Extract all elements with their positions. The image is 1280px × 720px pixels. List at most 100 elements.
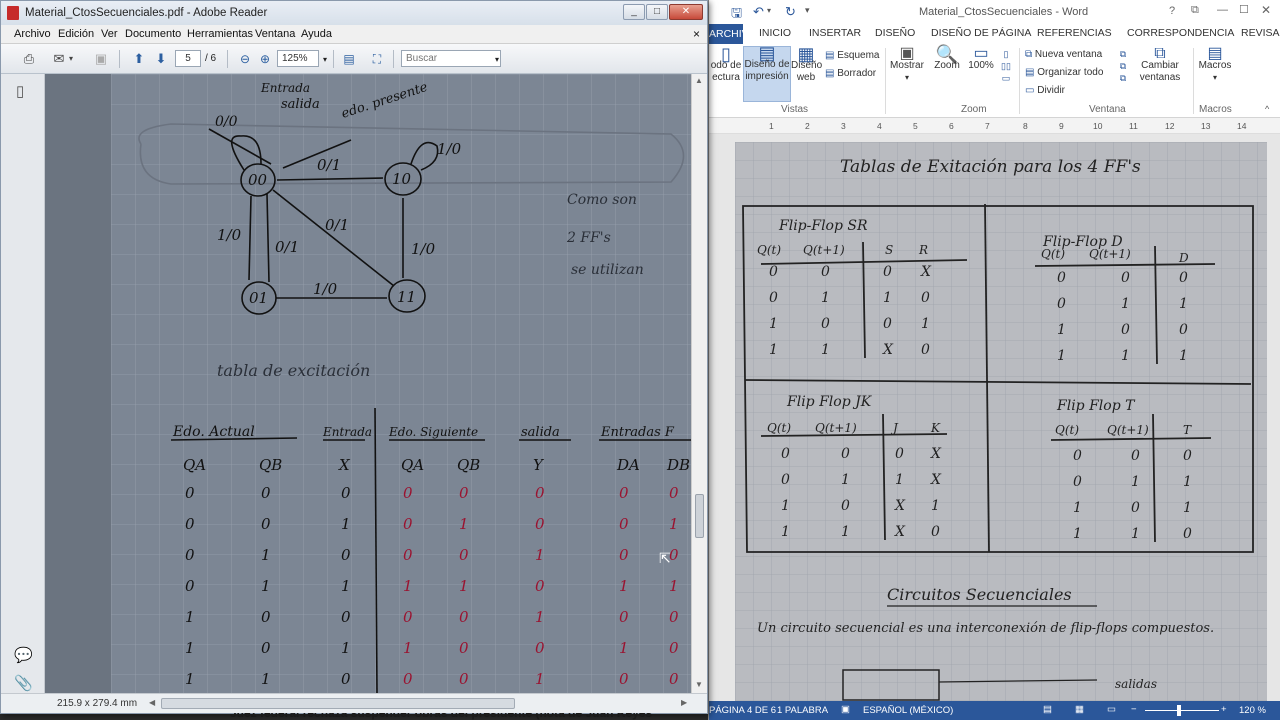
menu-ver[interactable]: Ver [101, 28, 118, 40]
maximize-button[interactable]: □ [646, 4, 668, 20]
split-icon: ▭ [1025, 85, 1035, 96]
word-document-area[interactable]: Tablas de Exitación para los 4 FF's Flip… [709, 134, 1280, 701]
zoom-slider[interactable] [1145, 710, 1219, 711]
maximize-icon[interactable]: ☐ [1239, 3, 1249, 16]
scroll-down-icon[interactable]: ▼ [695, 680, 703, 689]
state-00: 00 [248, 171, 268, 189]
sr-header: Q(t+1) [803, 243, 845, 257]
fit-page-icon[interactable]: ⛶ [367, 49, 387, 69]
help-icon[interactable]: ? [1169, 5, 1175, 17]
ruler-number: 1 [769, 121, 774, 131]
share-icon[interactable]: ✉ [49, 49, 69, 69]
read-mode-button[interactable]: ▯ odo de ectura [709, 45, 743, 84]
undo-icon[interactable]: ↶ [753, 4, 764, 20]
t-cell: 1 [1183, 500, 1192, 516]
redo-icon[interactable]: ↻ [785, 4, 796, 20]
menu-archivo[interactable]: Archivo [14, 28, 51, 40]
minimize-button[interactable]: _ [623, 4, 645, 20]
scroll-up-icon[interactable]: ▲ [695, 76, 703, 85]
tab-diseno-pagina[interactable]: DISEÑO DE PÁGINA [931, 27, 1031, 39]
loop-label: 0/0 [215, 114, 238, 130]
macros-dropdown-icon: ▾ [1212, 73, 1217, 82]
sr-header: R [918, 243, 928, 257]
close-document-icon[interactable]: × [693, 27, 700, 41]
sr-title: Flip-Flop SR [778, 218, 868, 234]
search-input[interactable] [401, 50, 501, 67]
page-number-input[interactable]: 5 [175, 50, 201, 67]
next-page-icon[interactable]: ⬇ [151, 49, 171, 69]
menu-edicion[interactable]: Edición [58, 28, 94, 40]
menu-documento[interactable]: Documento [125, 28, 181, 40]
scroll-left-icon[interactable]: ◀ [149, 698, 155, 707]
zoom-dropdown-icon[interactable]: ▾ [323, 55, 327, 64]
horizontal-ruler[interactable]: 1 2 3 4 5 6 7 8 9 10 11 12 13 14 [709, 118, 1280, 134]
outline-button[interactable]: ▤ Esquema [825, 50, 879, 62]
menu-ventana[interactable]: Ventana [255, 28, 295, 40]
ruler-number: 3 [841, 121, 846, 131]
scrolling-mode-icon[interactable]: ▤ [339, 49, 359, 69]
tab-referencias[interactable]: REFERENCIAS [1037, 27, 1112, 39]
tab-archivo[interactable]: ARCHIVO [709, 24, 757, 44]
reader-page-image: Entrada 0/0 salida edo. presente 00 10 0… [111, 74, 691, 693]
previous-page-icon[interactable]: ⬆ [129, 49, 149, 69]
print-icon[interactable]: ⎙ [19, 49, 39, 69]
macros-icon: ▤ [1207, 45, 1223, 62]
sr-cell: 0 [921, 290, 930, 306]
table-cell: 0 [341, 484, 351, 502]
draft-button[interactable]: ▤ Borrador [825, 68, 876, 80]
ribbon-options-icon[interactable]: ⧉ [1191, 4, 1199, 17]
menu-ayuda[interactable]: Ayuda [301, 28, 332, 40]
customize-toolbar-icon[interactable]: ▾ [805, 5, 810, 16]
pages-panel-icon[interactable]: ▯ [16, 82, 24, 100]
sr-cell: 0 [921, 342, 930, 358]
share-dropdown-icon[interactable]: ▾ [67, 49, 75, 69]
scroll-right-icon[interactable]: ▶ [681, 698, 687, 707]
horizontal-scroll-thumb[interactable] [161, 698, 515, 709]
toolbar-divider [393, 50, 394, 68]
show-button[interactable]: ▣ Mostrar ▾ [889, 46, 925, 84]
reader-title: Material_CtosSecuenciales.pdf - Adobe Re… [25, 7, 268, 19]
save-icon[interactable]: 🖫 [731, 4, 742, 26]
macros-button[interactable]: ▤ Macros ▾ [1197, 45, 1233, 84]
tab-revisar[interactable]: REVISAR [1241, 27, 1280, 39]
page-view-options-icons[interactable]: ▯ ▯▯ ▭ [999, 48, 1013, 84]
comments-icon[interactable]: 💬 [14, 646, 33, 664]
arrange-all-button[interactable]: ▤ Organizar todo [1025, 67, 1103, 79]
toolbar-divider [119, 50, 120, 68]
vertical-scrollbar[interactable]: ▲ ▼ [691, 74, 707, 693]
news-ticker: Juez federal rechaza suspender obras del… [0, 713, 1280, 720]
attachments-icon[interactable]: 📎 [14, 674, 33, 692]
menu-herramientas[interactable]: Herramientas [187, 28, 253, 40]
draft-label: Borrador [837, 68, 877, 79]
close-icon[interactable]: ✕ [1261, 3, 1271, 17]
t-cell: 0 [1183, 448, 1192, 464]
t-cell: 1 [1131, 474, 1140, 490]
minimize-icon[interactable]: — [1217, 4, 1228, 16]
toolbar-divider [227, 50, 228, 68]
table-cell: 0 [459, 670, 469, 688]
new-window-button[interactable]: ⧉ Nueva ventana [1025, 49, 1102, 61]
vertical-scroll-thumb[interactable] [695, 494, 704, 538]
zoom-in-icon[interactable]: ⊕ [255, 49, 275, 69]
search-dropdown-icon[interactable]: ▾ [495, 55, 499, 64]
tab-correspondencia[interactable]: CORRESPONDENCIA [1127, 27, 1234, 39]
zoom-select[interactable]: 125% [277, 50, 319, 67]
column-header: QA [183, 456, 206, 474]
zoom-button[interactable]: 🔍 Zoom [931, 45, 963, 72]
print-layout-button[interactable]: ▤ Diseño de impresión [743, 44, 791, 102]
zoom-out-icon[interactable]: ⊖ [235, 49, 255, 69]
ruler-number: 5 [913, 121, 918, 131]
web-layout-button[interactable]: ▦ Diseño web [791, 45, 822, 84]
close-button[interactable]: ✕ [669, 4, 703, 20]
zoom-label: Zoom [934, 60, 960, 71]
collapse-ribbon-icon[interactable]: ^ [1265, 104, 1269, 114]
tab-insertar[interactable]: INSERTAR [809, 27, 861, 39]
tab-diseno[interactable]: DISEÑO [875, 27, 915, 39]
reader-document-view[interactable]: Entrada 0/0 salida edo. presente 00 10 0… [45, 74, 691, 693]
split-button[interactable]: ▭ Dividir [1025, 85, 1065, 97]
undo-dropdown-icon[interactable]: ▾ [767, 6, 771, 15]
zoom-100-button[interactable]: ▭ 100% [965, 46, 997, 72]
switch-windows-button[interactable]: ⧉ Cambiar ventanas [1133, 46, 1187, 84]
tab-inicio[interactable]: INICIO [759, 27, 791, 39]
side-by-side-icons[interactable]: ⧉ ⧉ ⧉ [1117, 48, 1129, 84]
